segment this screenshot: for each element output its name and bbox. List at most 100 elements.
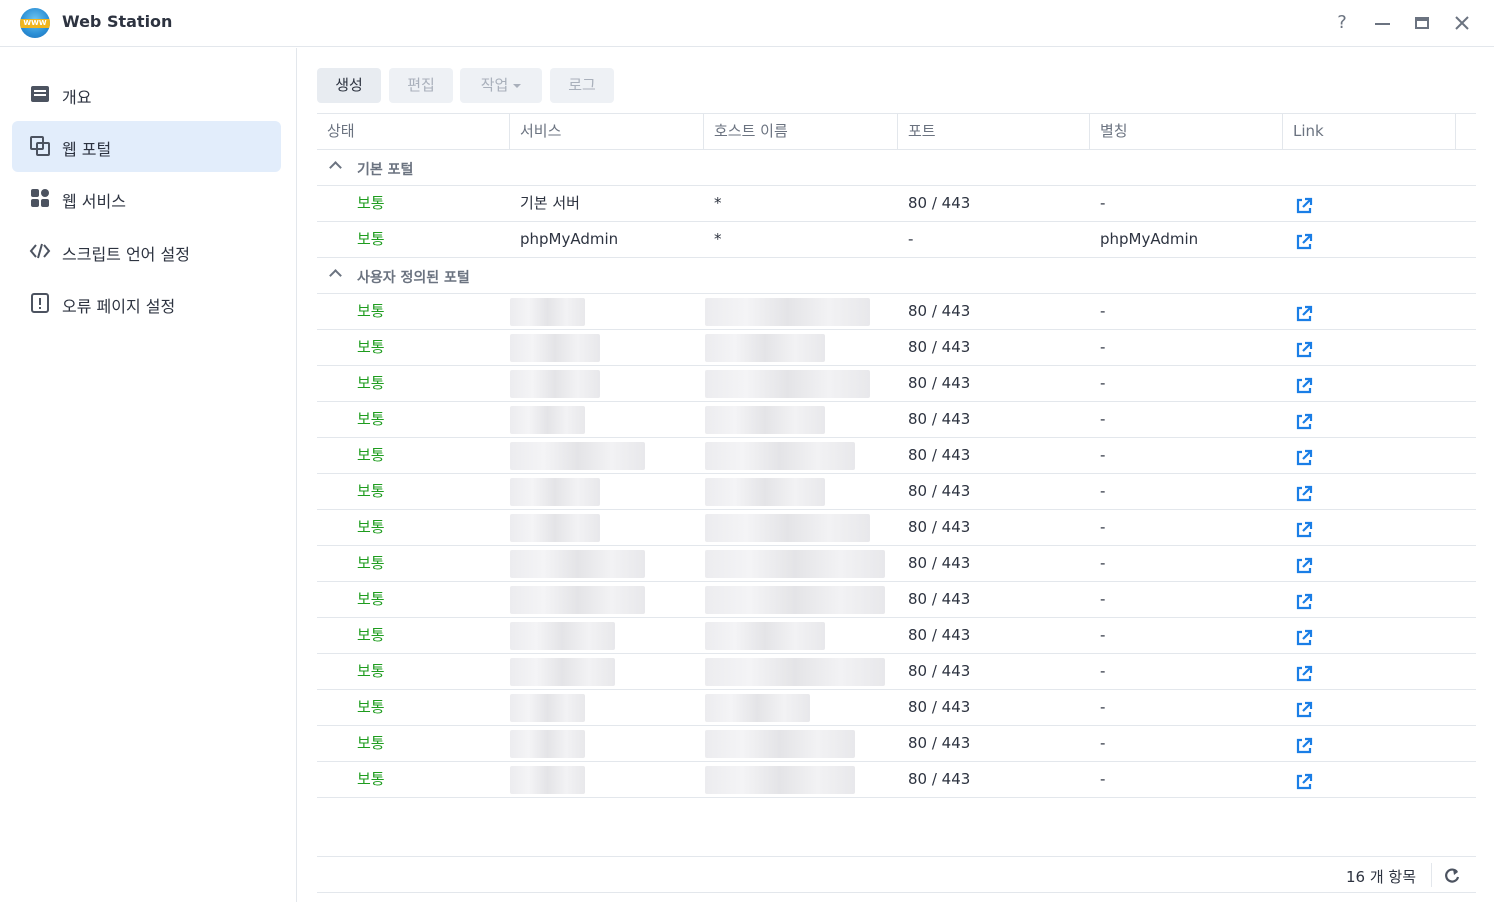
alias-text: - [1100,770,1106,788]
external-link-icon[interactable] [1294,410,1314,430]
chevron-down-icon [513,83,522,88]
redacted-service [510,550,645,578]
table-row[interactable]: 보통 80 / 443 - [317,654,1476,690]
group-row[interactable]: 사용자 정의된 포털 [317,258,1476,294]
alias-text: - [1100,698,1106,716]
external-link-icon[interactable] [1294,194,1314,214]
table-row[interactable]: 보통 80 / 443 - [317,438,1476,474]
status-text: 보통 [357,410,385,428]
column-header-port[interactable]: 포트 [898,114,1090,149]
title-bar: WWW Web Station ? [0,0,1494,47]
table-row[interactable]: 보통 기본 서버 * 80 / 443 - [317,186,1476,222]
sidebar-item-label: 스크립트 언어 설정 [62,245,190,264]
refresh-icon[interactable] [1442,866,1462,886]
action-dropdown[interactable]: 작업 [460,68,542,103]
table-row[interactable]: 보통 80 / 443 - [317,762,1476,798]
status-text: 보통 [357,698,385,716]
column-header-status[interactable]: 상태 [317,114,510,149]
alias-text: - [1100,194,1106,212]
external-link-icon[interactable] [1294,554,1314,574]
external-link-icon[interactable] [1294,770,1314,790]
web-service-icon [29,187,51,209]
host-name: * [714,194,722,212]
column-header-service[interactable]: 서비스 [510,114,704,149]
alias-text: phpMyAdmin [1100,230,1199,248]
sidebar-item-error-page[interactable]: 오류 페이지 설정 [12,278,281,329]
log-button[interactable]: 로그 [550,68,614,103]
external-link-icon[interactable] [1294,590,1314,610]
chevron-up-icon[interactable] [329,269,342,282]
sidebar-item-script-language[interactable]: 스크립트 언어 설정 [12,226,281,277]
status-text: 보통 [357,518,385,536]
alias-text: - [1100,518,1106,536]
external-link-icon[interactable] [1294,374,1314,394]
redacted-service [510,442,645,470]
redacted-host [705,478,825,506]
table-row[interactable]: 보통 80 / 443 - [317,726,1476,762]
sidebar-item-web-portal[interactable]: 웹 포털 [12,121,281,172]
table-row[interactable]: 보통 80 / 443 - [317,618,1476,654]
chevron-up-icon[interactable] [329,161,342,174]
table-row[interactable]: 보통 80 / 443 - [317,294,1476,330]
sidebar-item-web-service[interactable]: 웹 서비스 [12,173,281,224]
help-icon[interactable]: ? [1330,11,1354,35]
maximize-icon[interactable] [1410,11,1434,35]
external-link-icon[interactable] [1294,230,1314,250]
group-row[interactable]: 기본 포털 [317,150,1476,186]
port-text: 80 / 443 [908,554,971,572]
status-text: 보통 [357,554,385,572]
external-link-icon[interactable] [1294,446,1314,466]
table-row[interactable]: 보통 80 / 443 - [317,474,1476,510]
port-text: 80 / 443 [908,626,971,644]
status-text: 보통 [357,626,385,644]
redacted-service [510,514,600,542]
redacted-host [705,334,825,362]
create-button[interactable]: 생성 [317,68,381,103]
status-text: 보통 [357,482,385,500]
sidebar-item-label: 개요 [62,88,92,107]
redacted-service [510,658,615,686]
external-link-icon[interactable] [1294,518,1314,538]
table-row[interactable]: 보통 80 / 443 - [317,510,1476,546]
external-link-icon[interactable] [1294,698,1314,718]
footer-divider [1431,863,1432,887]
external-link-icon[interactable] [1294,482,1314,502]
status-text: 보통 [357,590,385,608]
table-footer: 16 개 항목 [317,856,1476,893]
table-header: 상태 서비스 호스트 이름 포트 별칭 Link [317,113,1476,150]
external-link-icon[interactable] [1294,338,1314,358]
external-link-icon[interactable] [1294,662,1314,682]
external-link-icon[interactable] [1294,302,1314,322]
status-text: 보통 [357,374,385,392]
port-text: 80 / 443 [908,338,971,356]
external-link-icon[interactable] [1294,626,1314,646]
table-row[interactable]: 보통 80 / 443 - [317,582,1476,618]
table-row[interactable]: 보통 phpMyAdmin * - phpMyAdmin [317,222,1476,258]
alias-text: - [1100,734,1106,752]
table-row[interactable]: 보통 80 / 443 - [317,330,1476,366]
alias-text: - [1100,626,1106,644]
alias-text: - [1100,302,1106,320]
close-icon[interactable] [1450,11,1474,35]
table-row[interactable]: 보통 80 / 443 - [317,546,1476,582]
external-link-icon[interactable] [1294,734,1314,754]
column-header-link[interactable]: Link [1283,114,1456,149]
redacted-host [705,370,870,398]
table-row[interactable]: 보통 80 / 443 - [317,366,1476,402]
alias-text: - [1100,338,1106,356]
status-text: 보통 [357,338,385,356]
overview-icon [29,83,51,105]
edit-button[interactable]: 편집 [389,68,453,103]
redacted-service [510,694,585,722]
table-row[interactable]: 보통 80 / 443 - [317,690,1476,726]
sidebar-item-overview[interactable]: 개요 [12,69,281,120]
column-header-host[interactable]: 호스트 이름 [704,114,898,149]
port-text: 80 / 443 [908,410,971,428]
alias-text: - [1100,374,1106,392]
redacted-service [510,406,585,434]
status-text: 보통 [357,302,385,320]
port-text: 80 / 443 [908,518,971,536]
column-header-alias[interactable]: 별칭 [1090,114,1283,149]
table-row[interactable]: 보통 80 / 443 - [317,402,1476,438]
minimize-icon[interactable] [1370,11,1394,35]
